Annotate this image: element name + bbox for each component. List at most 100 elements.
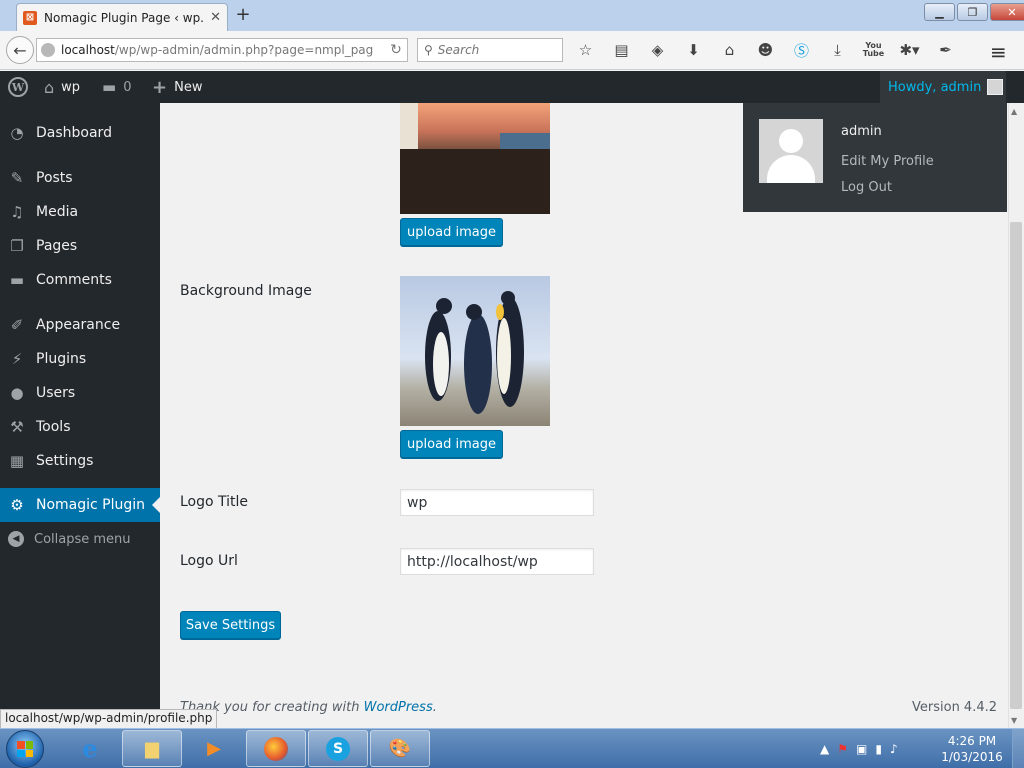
search-bar[interactable]: ⚲ bbox=[417, 38, 563, 62]
close-window-button[interactable]: ✕ bbox=[990, 3, 1024, 21]
browser-tab[interactable]: ⊠ Nomagic Plugin Page ‹ wp... ✕ bbox=[16, 3, 228, 31]
sidebar-item-appearance[interactable]: ✐ Appearance bbox=[0, 308, 160, 342]
pocket-icon[interactable]: ◈ bbox=[644, 39, 671, 61]
reload-icon[interactable]: ↻ bbox=[385, 42, 407, 58]
upload-background-image-button[interactable]: upload image bbox=[400, 430, 503, 458]
home-icon[interactable]: ⌂ bbox=[716, 39, 743, 61]
download-icon[interactable]: ⬇ bbox=[680, 39, 707, 61]
comments-link[interactable]: ▬ 0 bbox=[102, 71, 131, 103]
pin-icon: ✎ bbox=[10, 169, 24, 187]
internet-explorer-icon[interactable]: e bbox=[60, 730, 120, 767]
footer-thanks: Thank you for creating with WordPress. bbox=[180, 700, 437, 715]
youtube-icon[interactable]: You Tube bbox=[860, 39, 887, 61]
sidebar-item-pages[interactable]: ❐ Pages bbox=[0, 229, 160, 263]
sidebar-item-users[interactable]: ● Users bbox=[0, 376, 160, 410]
sidebar-item-label: Plugins bbox=[36, 351, 87, 367]
sidebar-item-media[interactable]: ♫ Media bbox=[0, 195, 160, 229]
scroll-down-arrow-icon[interactable]: ▼ bbox=[1011, 716, 1017, 725]
file-explorer-icon[interactable]: ▆ bbox=[122, 730, 182, 767]
scrollbar-thumb[interactable] bbox=[1010, 222, 1022, 709]
show-hidden-icons-icon[interactable]: ▲ bbox=[820, 742, 829, 756]
hamburger-menu-icon[interactable]: ≡ bbox=[990, 40, 1007, 64]
collapse-label: Collapse menu bbox=[34, 531, 131, 547]
close-tab-icon[interactable]: ✕ bbox=[210, 10, 221, 25]
avatar bbox=[987, 79, 1004, 95]
bookmark-star-icon[interactable]: ☆ bbox=[572, 39, 599, 61]
site-name-link[interactable]: ⌂ wp bbox=[44, 71, 80, 103]
avatar-body-shape bbox=[767, 155, 815, 183]
edit-profile-link[interactable]: Edit My Profile bbox=[841, 154, 934, 169]
sidebar-item-dashboard[interactable]: ◔ Dashboard bbox=[0, 116, 160, 150]
comments-count: 0 bbox=[123, 79, 132, 95]
system-tray: ▲ ⚑ ▣ ▮ ♪ bbox=[820, 742, 898, 756]
search-input[interactable] bbox=[437, 43, 548, 57]
restore-button[interactable]: ❐ bbox=[957, 3, 988, 21]
network-icon[interactable]: ▮ bbox=[875, 742, 882, 756]
logout-link[interactable]: Log Out bbox=[841, 180, 892, 195]
sidebar-item-tools[interactable]: ⚒ Tools bbox=[0, 410, 160, 444]
sidebar-item-label: Dashboard bbox=[36, 125, 112, 141]
volume-icon[interactable]: ♪ bbox=[890, 742, 898, 756]
active-menu-arrow bbox=[152, 497, 160, 513]
downloader-icon[interactable]: ⤓ bbox=[824, 39, 851, 61]
comment-icon: ▬ bbox=[9, 271, 25, 289]
media-player-icon[interactable]: ▶ bbox=[184, 730, 244, 767]
brush-icon: ✐ bbox=[10, 316, 24, 334]
taskbar-clock[interactable]: 4:26 PM 1/03/2016 bbox=[940, 733, 1004, 765]
scroll-up-arrow-icon[interactable]: ▲ bbox=[1011, 107, 1017, 116]
minimize-button[interactable]: ▁ bbox=[924, 3, 955, 21]
version-text: Version 4.4.2 bbox=[912, 700, 998, 715]
plus-icon: + bbox=[152, 76, 168, 98]
extension-icon[interactable]: ✱▾ bbox=[896, 39, 923, 61]
search-icon: ⚲ bbox=[424, 43, 433, 57]
sidebar-item-label: Appearance bbox=[36, 317, 121, 333]
logo-url-input[interactable] bbox=[400, 548, 594, 575]
lighthouse-shape bbox=[400, 103, 418, 151]
logo-title-label: Logo Title bbox=[180, 494, 249, 510]
my-account-menu[interactable]: Howdy, admin bbox=[880, 71, 1006, 103]
collapse-menu-button[interactable]: ◀ Collapse menu bbox=[0, 522, 160, 556]
show-desktop-button[interactable] bbox=[1012, 729, 1024, 768]
action-center-icon[interactable]: ⚑ bbox=[837, 742, 848, 756]
device-icon[interactable]: ▣ bbox=[856, 742, 867, 756]
browser-toolbar-icons: ☆ ▤ ◈ ⬇ ⌂ ☻ Ⓢ ⤓ You Tube ✱▾ ✒ bbox=[572, 38, 959, 62]
sidebar-item-nomagic-plugin[interactable]: ⚙ Nomagic Plugin bbox=[0, 488, 160, 522]
logo-title-input[interactable] bbox=[400, 489, 594, 516]
skype-taskbar-icon[interactable]: S bbox=[308, 730, 368, 767]
upload-logo-image-button[interactable]: upload image bbox=[400, 218, 503, 246]
account-username[interactable]: admin bbox=[841, 124, 882, 139]
wordpress-link[interactable]: WordPress bbox=[364, 700, 433, 715]
new-content-link[interactable]: + New bbox=[152, 71, 202, 103]
sidebar-item-posts[interactable]: ✎ Posts bbox=[0, 161, 160, 195]
comment-bubble-icon: ▬ bbox=[102, 78, 117, 96]
paint-icon[interactable]: 🎨 bbox=[370, 730, 430, 767]
avatar-head-shape bbox=[779, 129, 803, 153]
firefox-icon[interactable] bbox=[246, 730, 306, 767]
chat-icon[interactable]: ☻ bbox=[752, 39, 779, 61]
skype-icon[interactable]: Ⓢ bbox=[788, 39, 815, 61]
profile-avatar[interactable] bbox=[759, 119, 823, 183]
wrench-icon: ⚒ bbox=[10, 418, 24, 436]
url-path: /wp/wp-admin/admin.php?page=nmpl_pag bbox=[114, 43, 374, 57]
status-link-url: localhost/wp/wp-admin/profile.php bbox=[0, 709, 218, 729]
sidebar-item-label: Media bbox=[36, 204, 79, 220]
url-text[interactable]: localhost/wp/wp-admin/admin.php?page=nmp… bbox=[61, 43, 379, 57]
sidebar-item-comments[interactable]: ▬ Comments bbox=[0, 263, 160, 297]
quill-icon[interactable]: ✒ bbox=[932, 39, 959, 61]
back-button[interactable]: ← bbox=[6, 36, 34, 64]
wp-logo-menu[interactable]: W bbox=[8, 71, 28, 103]
xampp-favicon-icon: ⊠ bbox=[23, 10, 37, 25]
collapse-arrow-icon: ◀ bbox=[8, 531, 24, 547]
sidebar-item-label: Nomagic Plugin bbox=[36, 497, 146, 513]
new-tab-button[interactable]: + bbox=[234, 6, 252, 24]
reading-list-icon[interactable]: ▤ bbox=[608, 39, 635, 61]
sidebar-item-settings[interactable]: ▦ Settings bbox=[0, 444, 160, 478]
save-settings-button[interactable]: Save Settings bbox=[180, 611, 281, 639]
address-bar[interactable]: localhost/wp/wp-admin/admin.php?page=nmp… bbox=[36, 38, 408, 62]
rock-shape bbox=[400, 149, 550, 214]
plug-icon: ⚡ bbox=[11, 350, 23, 368]
background-image-label: Background Image bbox=[180, 283, 312, 299]
sidebar-item-plugins[interactable]: ⚡ Plugins bbox=[0, 342, 160, 376]
start-button[interactable] bbox=[6, 730, 44, 768]
logo-image-preview bbox=[400, 103, 550, 214]
